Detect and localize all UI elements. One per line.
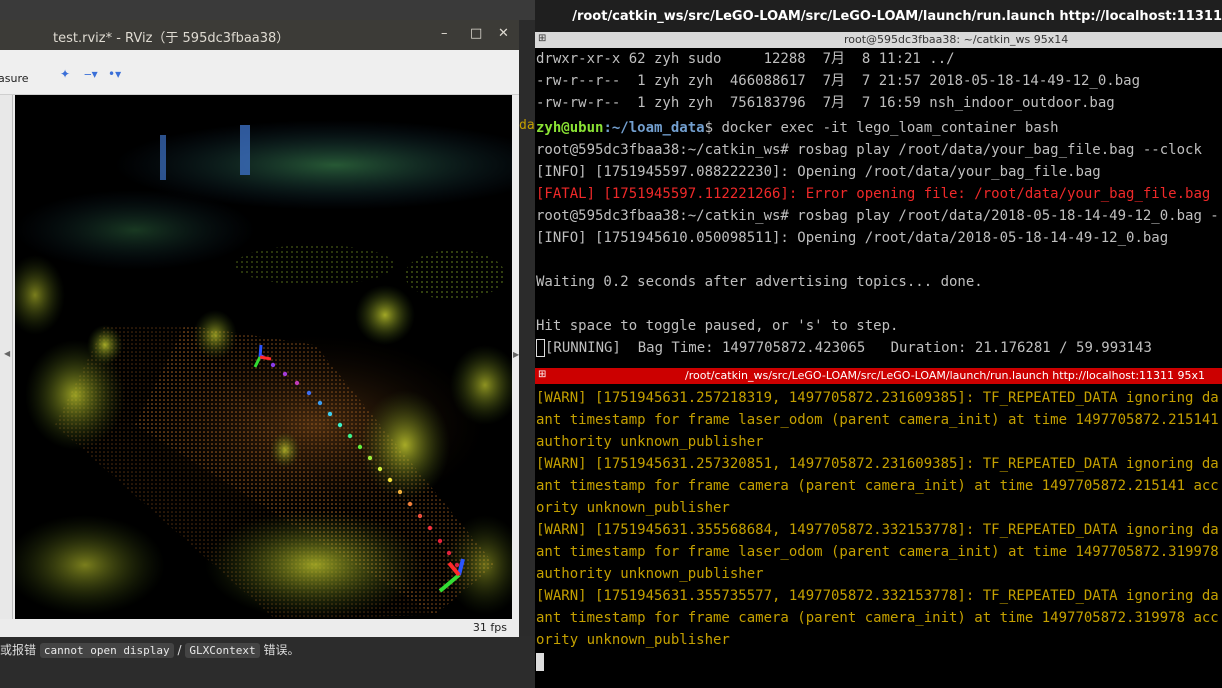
terminal-line: -rw-r--r-- 1 zyh zyh 466088617 7月 7 21:5… [536, 73, 1141, 89]
running-status: [RUNNING] Bag Time: 1497705872.423065 Du… [545, 340, 1152, 356]
collapse-left-arrow-icon[interactable]: ◀ [4, 349, 10, 358]
side-fragment: da [519, 118, 535, 133]
measure-tool[interactable]: asure [0, 72, 29, 85]
close-button[interactable]: ✕ [498, 26, 509, 41]
terminal-line: root@595dc3fbaa38:~/catkin_ws# rosbag pl… [536, 142, 1202, 158]
terminal-cursor [536, 653, 544, 671]
rviz-window: test.rviz* - RViz（于 595dc3fbaa38） – □ ✕ … [0, 20, 519, 637]
terminal-window-title: /root/catkin_ws/src/LeGO-LOAM/src/LeGO-L… [572, 9, 1222, 24]
2d-pose-estimate-icon[interactable]: ✦ [60, 67, 70, 81]
2d-nav-goal-icon[interactable]: ‒▾ [84, 67, 98, 81]
terminal-line: [INFO] [1751945610.050098511]: Opening /… [536, 230, 1169, 246]
terminal-line: [INFO] [1751945597.088222230]: Opening /… [536, 164, 1101, 180]
terminal-line-warn: [WARN] [1751945631.355735577, 1497705872… [536, 588, 1219, 604]
terminal-cursor-line [536, 651, 544, 673]
note-suffix: 错误。 [263, 643, 300, 657]
collapse-right-arrow-icon[interactable]: ▶ [513, 350, 519, 359]
fps-readout: 31 fps [472, 621, 507, 634]
rviz-window-title: test.rviz* - RViz（于 595dc3fbaa38） [53, 31, 290, 46]
terminal-line-warn: ant timestamp for frame camera (parent c… [536, 478, 1219, 494]
terminal-line: Waiting 0.2 seconds after advertising to… [536, 274, 983, 290]
terminal-pane-top[interactable]: drwxr-xr-x 62 zyh sudo 12288 7月 8 11:21 … [535, 48, 1222, 368]
terminal-line-warn: ority unknown_publisher [536, 632, 730, 648]
pane1-title: root@595dc3fbaa38: ~/catkin_ws 95x14 [844, 33, 1069, 46]
terminal-line: drwxr-xr-x 62 zyh sudo 12288 7月 8 11:21 … [536, 51, 955, 67]
doc-note: 或报错 cannot open display / GLXContext 错误。 [0, 641, 299, 658]
terminal-cursor-outline [536, 339, 545, 357]
note-code-glx: GLXContext [185, 643, 260, 658]
note-code-display: cannot open display [39, 643, 174, 658]
terminal-line-warn: [WARN] [1751945631.257218319, 1497705872… [536, 390, 1219, 406]
minimize-button[interactable]: – [441, 26, 448, 41]
terminal-line-warn: ority unknown_publisher [536, 500, 730, 516]
terminal-line-fatal: [FATAL] [1751945597.112221266]: Error op… [536, 186, 1211, 202]
prompt-path: :~/loam_data [603, 120, 705, 136]
terminal-line-warn: [WARN] [1751945631.257320851, 1497705872… [536, 456, 1219, 472]
maximize-button[interactable]: □ [470, 26, 482, 41]
terminal-titlebar[interactable]: /root/catkin_ws/src/LeGO-LOAM/src/LeGO-L… [535, 0, 1222, 32]
terminal-line-warn: authority unknown_publisher [536, 566, 764, 582]
prompt-user: zyh@ubun [536, 120, 604, 136]
terminal-line-warn: [WARN] [1751945631.355568684, 1497705872… [536, 522, 1219, 538]
terminator-grid-icon-2[interactable]: ⊞ [538, 369, 546, 380]
terminal-line-status: [RUNNING] Bag Time: 1497705872.423065 Du… [536, 337, 1152, 359]
terminal-line: -rw-rw-r-- 1 zyh zyh 756183796 7月 7 16:5… [536, 95, 1115, 111]
terminal-line: root@595dc3fbaa38:~/catkin_ws# rosbag pl… [536, 208, 1219, 224]
terminal-line-warn: ant timestamp for frame laser_odom (pare… [536, 544, 1219, 560]
rviz-statusbar: 31 fps [0, 619, 519, 637]
note-prefix: 或报错 [0, 643, 37, 657]
terminator-grid-icon[interactable]: ⊞ [538, 33, 546, 44]
pane2-title: /root/catkin_ws/src/LeGO-LOAM/src/LeGO-L… [685, 369, 1206, 382]
pane2-titlebar[interactable]: ⊞ /root/catkin_ws/src/LeGO-LOAM/src/LeGO… [535, 368, 1222, 384]
terminal-line-warn: ant timestamp for frame camera (parent c… [536, 610, 1219, 626]
pane1-titlebar[interactable]: ⊞ root@595dc3fbaa38: ~/catkin_ws 95x14 [535, 32, 1222, 48]
desktop-top-strip [0, 0, 535, 20]
rviz-toolbar: asure ✦ ‒▾ •▾ [0, 50, 519, 95]
note-sep: / [177, 643, 182, 657]
pointcloud-render [15, 120, 512, 619]
prompt-command: $ docker exec -it lego_loam_container ba… [704, 120, 1059, 136]
terminal-line-prompt: zyh@ubun:~/loam_data$ docker exec -it le… [536, 117, 1059, 139]
displays-panel-collapsed[interactable]: ◀ [0, 95, 13, 621]
rviz-titlebar[interactable]: test.rviz* - RViz（于 595dc3fbaa38） – □ ✕ [0, 20, 519, 50]
terminal-line: Hit space to toggle paused, or 's' to st… [536, 318, 899, 334]
publish-point-icon[interactable]: •▾ [108, 67, 121, 81]
terminal-line-warn: authority unknown_publisher [536, 434, 764, 450]
3d-view-pointcloud[interactable] [15, 95, 512, 619]
terminal-line-warn: ant timestamp for frame laser_odom (pare… [536, 412, 1219, 428]
terminal-pane-bottom[interactable]: [WARN] [1751945631.257218319, 1497705872… [535, 384, 1222, 688]
